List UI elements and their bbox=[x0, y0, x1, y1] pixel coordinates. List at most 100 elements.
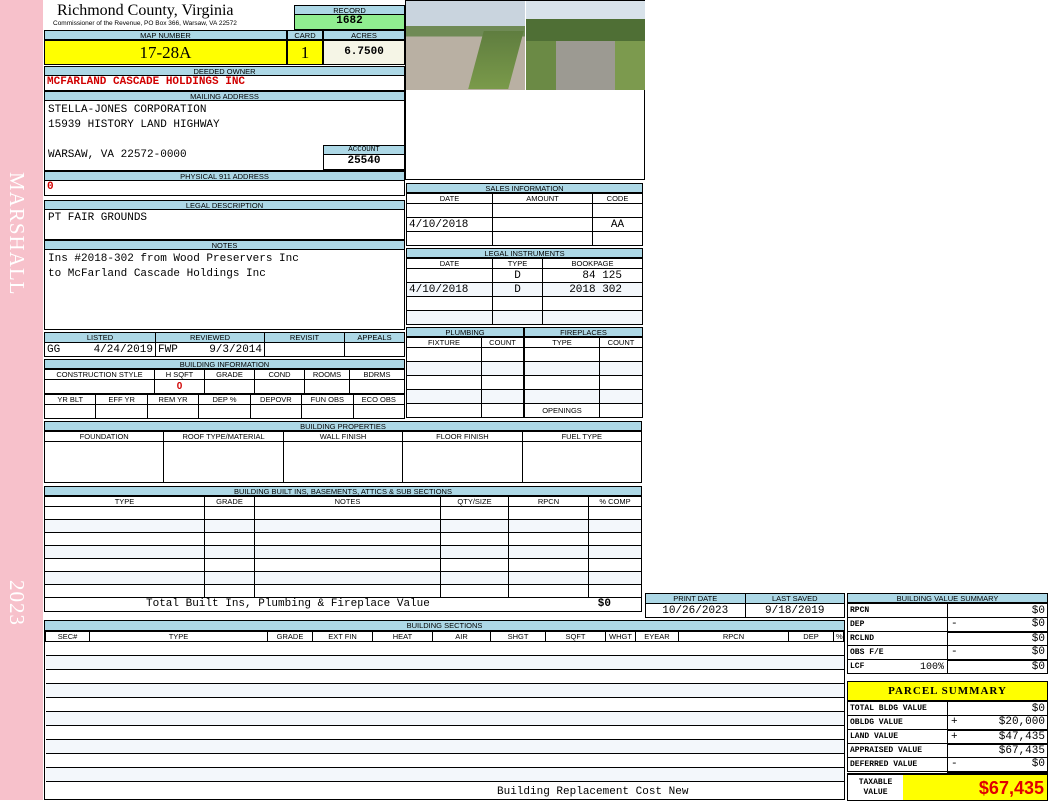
account-label: ACCOUNT bbox=[323, 145, 405, 155]
property-photo-2[interactable] bbox=[526, 1, 645, 90]
column-header: TYPE bbox=[44, 496, 205, 507]
table-cell bbox=[588, 506, 642, 520]
table-cell bbox=[254, 532, 441, 546]
table-cell bbox=[508, 571, 589, 585]
builtins-label: BUILDING BUILT INS, BASEMENTS, ATTICS & … bbox=[44, 486, 642, 496]
column-header: H SQFT bbox=[154, 369, 205, 380]
card-label: CARD bbox=[287, 30, 323, 40]
notes-label: NOTES bbox=[44, 240, 405, 250]
instrument-cell bbox=[542, 296, 643, 311]
table-row bbox=[406, 389, 524, 404]
table-cell bbox=[301, 404, 354, 419]
section-row bbox=[45, 767, 844, 782]
table-row bbox=[44, 571, 642, 585]
column-header: RPCN bbox=[678, 631, 789, 642]
notes: Ins #2018-302 from Wood Preservers Inc t… bbox=[44, 250, 405, 330]
table-cell bbox=[588, 558, 642, 572]
table-cell bbox=[45, 669, 844, 684]
table-cell bbox=[599, 389, 643, 404]
table-cell bbox=[524, 347, 600, 362]
table-row bbox=[524, 375, 643, 390]
summary-label: LAND VALUE bbox=[847, 729, 948, 744]
sidebar: MARSHALL 2023 bbox=[0, 0, 43, 800]
table-cell bbox=[588, 519, 642, 533]
table-cell bbox=[440, 545, 509, 559]
summary-value-cell: $0 bbox=[947, 659, 1048, 674]
operator: - bbox=[951, 646, 958, 659]
summary-row: LCF 100% $0 bbox=[847, 659, 1048, 674]
table-row bbox=[406, 347, 524, 362]
year-label: 2023 bbox=[5, 580, 29, 626]
owner-label: DEEDED OWNER bbox=[44, 66, 405, 76]
building-properties: BUILDING PROPERTIES FOUNDATION ROOF TYPE/… bbox=[43, 421, 643, 483]
table-cell bbox=[521, 441, 643, 483]
taxable-label: TAXABLE VALUE bbox=[858, 777, 893, 797]
table-cell bbox=[45, 655, 844, 670]
summary-row: OBS F/E - $0 bbox=[847, 645, 1048, 661]
table-cell bbox=[440, 519, 509, 533]
table-cell bbox=[406, 389, 482, 404]
table-cell bbox=[481, 403, 524, 418]
table-cell bbox=[204, 519, 255, 533]
section-row bbox=[45, 641, 844, 656]
instrument-cell: 84 125 bbox=[542, 268, 643, 283]
plumbing-label: PLUMBING bbox=[406, 327, 524, 337]
table-cell bbox=[44, 532, 205, 546]
properties-label: BUILDING PROPERTIES bbox=[44, 421, 642, 431]
table-row bbox=[524, 347, 643, 362]
table-cell bbox=[508, 558, 589, 572]
table-cell bbox=[45, 683, 844, 698]
summary-value: $0 bbox=[1031, 660, 1045, 673]
instrument-cell bbox=[406, 296, 493, 311]
table-cell bbox=[44, 506, 205, 520]
building-value-summary: BUILDING VALUE SUMMARY RPCN $0 DEP - $0 RCLND… bbox=[847, 593, 1048, 674]
table-cell bbox=[44, 584, 205, 598]
property-photo-1[interactable] bbox=[406, 1, 525, 90]
table-cell bbox=[481, 347, 524, 362]
summary-value-cell: $0 bbox=[947, 631, 1048, 646]
column-header: ROOMS bbox=[304, 369, 350, 380]
table-cell bbox=[44, 545, 205, 559]
column-header: COUNT bbox=[599, 337, 643, 348]
column-header: SHGT bbox=[490, 631, 546, 642]
summary-row: APPRAISED VALUE $67,435 bbox=[847, 743, 1048, 758]
table-row bbox=[44, 519, 642, 533]
summary-label: DEP bbox=[847, 617, 948, 632]
column-header: EYEAR bbox=[635, 631, 679, 642]
table-cell bbox=[508, 519, 589, 533]
summary-row: DEFERRED VALUE - $0 bbox=[847, 757, 1048, 773]
table-cell bbox=[481, 361, 524, 376]
summary-label: OBLDG VALUE bbox=[847, 715, 948, 730]
card-number: 1 bbox=[287, 40, 323, 65]
header-row: FOUNDATION ROOF TYPE/MATERIAL WALL FINISH F… bbox=[43, 431, 643, 442]
table-cell bbox=[440, 532, 509, 546]
summary-row: RPCN $0 bbox=[847, 603, 1048, 618]
table-cell bbox=[44, 558, 205, 572]
column-header: FOUNDATION bbox=[43, 431, 165, 442]
table-cell bbox=[254, 558, 441, 572]
openings-row: OPENINGS bbox=[524, 403, 643, 418]
notes-line1: Ins #2018-302 from Wood Preservers Inc bbox=[48, 253, 299, 265]
sales-cell bbox=[592, 203, 643, 218]
sales-cell bbox=[492, 217, 593, 232]
column-header: SEC# bbox=[45, 631, 90, 642]
column-header: TYPE bbox=[89, 631, 268, 642]
summary-row: DEP - $0 bbox=[847, 617, 1048, 633]
reviewed-label: REVIEWED bbox=[155, 332, 265, 343]
table-cell bbox=[402, 441, 523, 483]
notes-line2: to McFarland Cascade Holdings Inc bbox=[48, 268, 266, 280]
summary-value: $0 bbox=[1031, 632, 1045, 645]
column-header: RPCN bbox=[508, 496, 589, 507]
sales-row bbox=[406, 231, 643, 246]
column-header: FIXTURE bbox=[406, 337, 482, 348]
section-row bbox=[45, 655, 844, 670]
physical-address: 0 bbox=[44, 181, 405, 196]
table-row bbox=[44, 584, 642, 598]
column-header: REM YR bbox=[146, 394, 200, 405]
column-header: BOOKPAGE bbox=[542, 258, 643, 269]
physical-address-label: PHYSICAL 911 ADDRESS bbox=[44, 171, 405, 181]
instruments-label: LEGAL INSTRUMENTS bbox=[406, 248, 643, 258]
summary-value: $0 bbox=[1031, 646, 1045, 659]
record-label: RECORD bbox=[294, 5, 405, 15]
instrument-cell bbox=[406, 268, 493, 283]
